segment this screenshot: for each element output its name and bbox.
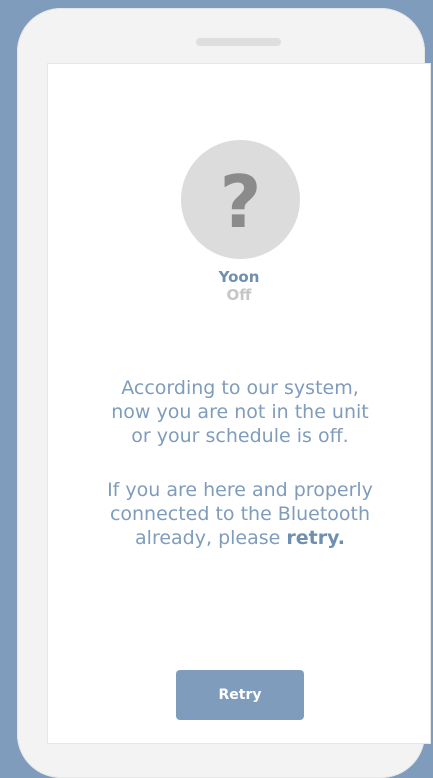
retry-button-label: Retry (218, 687, 262, 703)
phone-frame: ? Yoon Off According to our system, now … (17, 8, 431, 778)
instruction-line-3: already, please retry. (68, 526, 412, 550)
user-status: Off (226, 286, 252, 304)
instruction-message: If you are here and properly connected t… (68, 478, 412, 550)
instruction-line-1: If you are here and properly (107, 479, 373, 501)
instruction-line-3-text: already, please (135, 527, 287, 549)
app-stage: ? Yoon Off According to our system, now … (0, 0, 433, 778)
instruction-line-2: connected to the Bluetooth (109, 503, 371, 525)
user-name: Yoon (218, 268, 260, 286)
phone-speaker (196, 38, 281, 46)
phone-screen: ? Yoon Off According to our system, now … (47, 63, 431, 744)
status-message: According to our system, now you are not… (68, 376, 412, 448)
status-message-line-3: or your schedule is off. (131, 425, 349, 447)
question-mark-icon: ? (219, 159, 262, 244)
retry-button[interactable]: Retry (176, 670, 304, 720)
status-message-line-2: now you are not in the unit (111, 401, 369, 423)
avatar: ? (181, 140, 300, 259)
retry-emphasis: retry. (286, 527, 345, 549)
status-message-line-1: According to our system, (121, 377, 359, 399)
